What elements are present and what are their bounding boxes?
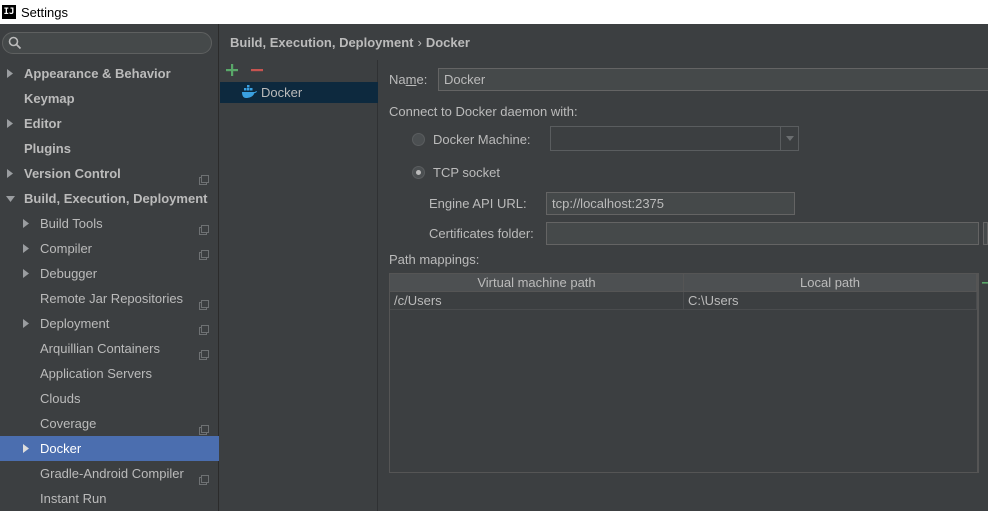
docker-config-form: Name: Docker Connect to Docker daemon wi…	[379, 60, 988, 511]
expand-arrow-right-icon[interactable]	[21, 211, 31, 236]
project-settings-icon	[199, 243, 209, 260]
project-settings-icon	[199, 418, 209, 435]
tcp-socket-label: TCP socket	[433, 165, 500, 180]
sidebar-item-plugins[interactable]: Plugins	[0, 136, 219, 161]
remove-icon[interactable]	[249, 62, 265, 78]
sidebar-item-clouds[interactable]: Clouds	[0, 386, 219, 411]
name-label-suffix: e:	[416, 72, 428, 87]
engine-api-url-field[interactable]: tcp://localhost:2375	[546, 192, 795, 215]
sidebar-item-appearance-behavior[interactable]: Appearance & Behavior	[0, 61, 219, 86]
certificates-folder-field[interactable]	[546, 222, 979, 245]
docker-config-list: Docker	[220, 60, 378, 511]
sidebar-item-editor[interactable]: Editor	[0, 111, 219, 136]
sidebar-item-coverage[interactable]: Coverage	[0, 411, 219, 436]
sidebar-item-label: Coverage	[40, 416, 97, 431]
browse-button[interactable]	[983, 222, 988, 245]
sidebar-item-build-tools[interactable]: Build Tools	[0, 211, 219, 236]
breadcrumb-parent: Build, Execution, Deployment	[230, 35, 414, 50]
connect-label: Connect to Docker daemon with:	[389, 104, 578, 119]
project-settings-icon	[199, 468, 209, 485]
table-cell-vm-path[interactable]: /c/Users	[390, 292, 684, 310]
table-cell-local-path[interactable]: C:\Users	[684, 292, 977, 310]
settings-sidebar: Appearance & Behavior Keymap Editor Plugins…	[0, 24, 219, 511]
sidebar-item-label: Gradle-Android Compiler	[40, 466, 184, 481]
expand-arrow-right-icon[interactable]	[21, 311, 31, 336]
docker-machine-select[interactable]	[550, 126, 799, 151]
search-icon	[8, 36, 22, 50]
add-icon[interactable]	[224, 62, 240, 78]
search-input[interactable]	[2, 32, 212, 54]
path-mappings-label: Path mappings:	[389, 252, 480, 267]
sidebar-item-keymap[interactable]: Keymap	[0, 86, 219, 111]
docker-whale-icon	[242, 85, 257, 98]
sidebar-item-compiler[interactable]: Compiler	[0, 236, 219, 261]
list-item-label: Docker	[261, 85, 303, 100]
docker-machine-radio[interactable]	[412, 133, 425, 146]
sidebar-item-label: Deployment	[40, 316, 110, 331]
expand-arrow-right-icon[interactable]	[21, 436, 31, 461]
settings-tree: Appearance & Behavior Keymap Editor Plugins…	[0, 61, 219, 511]
project-settings-icon	[199, 318, 209, 335]
sidebar-item-build-execution-deployment[interactable]: Build, Execution, Deployment	[0, 186, 219, 211]
column-header-virtual-machine-path[interactable]: Virtual machine path	[390, 274, 684, 292]
engine-api-url-label: Engine API URL:	[429, 196, 527, 211]
chevron-down-icon[interactable]	[780, 127, 798, 150]
expand-arrow-down-icon[interactable]	[5, 186, 15, 211]
sidebar-item-label: Debugger	[40, 266, 98, 281]
project-settings-icon	[199, 293, 209, 310]
title-bar: IJ Settings	[0, 0, 988, 24]
sidebar-item-docker[interactable]: Docker	[0, 436, 219, 461]
sidebar-item-remote-jar-repositories[interactable]: Remote Jar Repositories	[0, 286, 219, 311]
sidebar-item-application-servers[interactable]: Application Servers	[0, 361, 219, 386]
docker-machine-label: Docker Machine:	[433, 132, 531, 147]
breadcrumb: Build, Execution, Deployment › Docker	[230, 35, 470, 50]
table-row[interactable]: /c/Users C:\Users	[390, 292, 977, 310]
sidebar-item-label: Editor	[24, 116, 62, 131]
breadcrumb-separator: ›	[417, 35, 422, 50]
sidebar-item-label: Application Servers	[40, 366, 152, 381]
expand-arrow-right-icon[interactable]	[5, 111, 15, 136]
sidebar-item-label: Appearance & Behavior	[24, 66, 171, 81]
sidebar-item-label: Remote Jar Repositories	[40, 291, 184, 306]
project-settings-icon	[199, 218, 209, 235]
sidebar-item-label: Plugins	[24, 141, 71, 156]
expand-arrow-right-icon[interactable]	[5, 161, 15, 186]
sidebar-item-arquillian-containers[interactable]: Arquillian Containers	[0, 336, 219, 361]
list-item-docker[interactable]: Docker	[220, 82, 378, 103]
name-label-mnemonic: m	[405, 72, 417, 87]
main-panel: Build, Execution, Deployment › Docker Dock…	[220, 24, 988, 511]
certificates-folder-label: Certificates folder:	[429, 226, 534, 241]
name-label-prefix: Na	[389, 72, 406, 87]
tcp-socket-radio[interactable]	[412, 166, 425, 179]
expand-arrow-right-icon[interactable]	[5, 61, 15, 86]
project-settings-icon	[199, 168, 209, 185]
sidebar-item-instant-run[interactable]: Instant Run	[0, 486, 219, 511]
table-toolbar	[978, 273, 988, 473]
sidebar-item-gradle-android-compiler[interactable]: Gradle-Android Compiler	[0, 461, 219, 486]
sidebar-item-label: Compiler	[40, 241, 93, 256]
sidebar-item-label: Clouds	[40, 391, 81, 406]
sidebar-item-label: Version Control	[24, 166, 121, 181]
name-label: Name:	[389, 72, 427, 87]
sidebar-item-version-control[interactable]: Version Control	[0, 161, 219, 186]
sidebar-item-deployment[interactable]: Deployment	[0, 311, 219, 336]
sidebar-item-label: Instant Run	[40, 491, 107, 506]
window-title: Settings	[21, 4, 68, 20]
name-field[interactable]: Docker	[438, 68, 988, 91]
sidebar-item-label: Docker	[40, 441, 82, 456]
column-header-local-path[interactable]: Local path	[684, 274, 977, 292]
table-header: Virtual machine path Local path	[390, 274, 977, 292]
project-settings-icon	[199, 343, 209, 360]
add-mapping-icon[interactable]	[982, 279, 988, 286]
sidebar-item-debugger[interactable]: Debugger	[0, 261, 219, 286]
sidebar-item-label: Build Tools	[40, 216, 103, 231]
path-mappings-table: Virtual machine path Local path /c/Users…	[389, 273, 978, 473]
sidebar-item-label: Arquillian Containers	[40, 341, 160, 356]
sidebar-item-label: Keymap	[24, 91, 75, 106]
app-icon: IJ	[2, 5, 16, 19]
expand-arrow-right-icon[interactable]	[21, 261, 31, 286]
expand-arrow-right-icon[interactable]	[21, 236, 31, 261]
breadcrumb-current: Docker	[425, 35, 470, 50]
sidebar-item-label: Build, Execution, Deployment	[24, 191, 208, 206]
